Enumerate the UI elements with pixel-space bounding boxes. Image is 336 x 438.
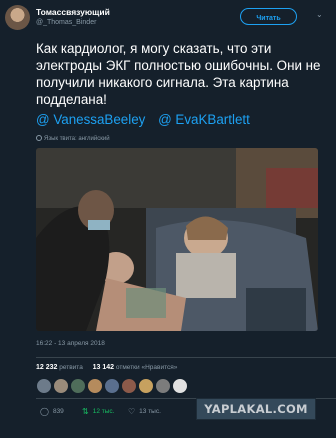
chevron-down-icon[interactable]: ⌄ xyxy=(316,10,323,19)
tweet-stats: 12 232 ретвита 13 142 отметки «Нравится» xyxy=(36,364,177,371)
author-name[interactable]: Томассвязующий xyxy=(36,7,110,17)
liker-avatar[interactable] xyxy=(155,378,171,394)
retweet-count: 12 тыс. xyxy=(92,408,115,415)
liker-avatar[interactable] xyxy=(70,378,86,394)
liker-avatar[interactable] xyxy=(138,378,154,394)
liker-avatar[interactable] xyxy=(104,378,120,394)
liker-avatar[interactable] xyxy=(121,378,137,394)
tweet-timestamp[interactable]: 16:22 - 13 апреля 2018 xyxy=(36,340,105,347)
liker-avatar[interactable] xyxy=(36,378,52,394)
liker-avatar[interactable] xyxy=(53,378,69,394)
tweet-mentions: @ VanessaBeeley @ EvaKBartlett xyxy=(36,112,259,127)
translation-note[interactable]: Язык твита: английский xyxy=(36,135,110,142)
reply-count: 839 xyxy=(52,408,64,415)
like-count: 13 тыс. xyxy=(139,408,161,415)
tweet-photo[interactable] xyxy=(36,148,318,331)
mention-link[interactable]: @ VanessaBeeley xyxy=(36,112,145,127)
tweet-card: Томассвязующий @_Thomas_Binder Читать ⌄ … xyxy=(0,0,336,438)
translation-label: Язык твита: английский xyxy=(44,136,110,142)
likes-label[interactable]: отметки «Нравится» xyxy=(116,364,178,371)
reply-button[interactable]: ◯ 839 xyxy=(40,407,64,416)
divider xyxy=(36,357,336,358)
tweet-text: Как кардиолог, я могу сказать, что эти э… xyxy=(36,41,321,107)
reply-icon: ◯ xyxy=(40,407,49,416)
retweets-count[interactable]: 12 232 xyxy=(36,364,57,371)
author-handle[interactable]: @_Thomas_Binder xyxy=(36,19,96,26)
liker-avatar[interactable] xyxy=(87,378,103,394)
mention-link[interactable]: @ EvaKBartlett xyxy=(158,112,250,127)
site-watermark: YAPLAKAL.COM xyxy=(196,398,316,420)
liker-avatar[interactable] xyxy=(172,378,188,394)
retweets-label[interactable]: ретвита xyxy=(59,364,83,371)
retweet-button[interactable]: ⇅ 12 тыс. xyxy=(82,407,114,416)
likes-count[interactable]: 13 142 xyxy=(93,364,114,371)
globe-icon xyxy=(36,135,42,141)
author-avatar[interactable] xyxy=(5,5,30,30)
like-button[interactable]: ♡ 13 тыс. xyxy=(128,407,161,416)
photo-illustration xyxy=(36,148,318,331)
like-icon: ♡ xyxy=(128,407,136,416)
follow-button[interactable]: Читать xyxy=(240,8,297,25)
retweet-icon: ⇅ xyxy=(82,407,89,416)
